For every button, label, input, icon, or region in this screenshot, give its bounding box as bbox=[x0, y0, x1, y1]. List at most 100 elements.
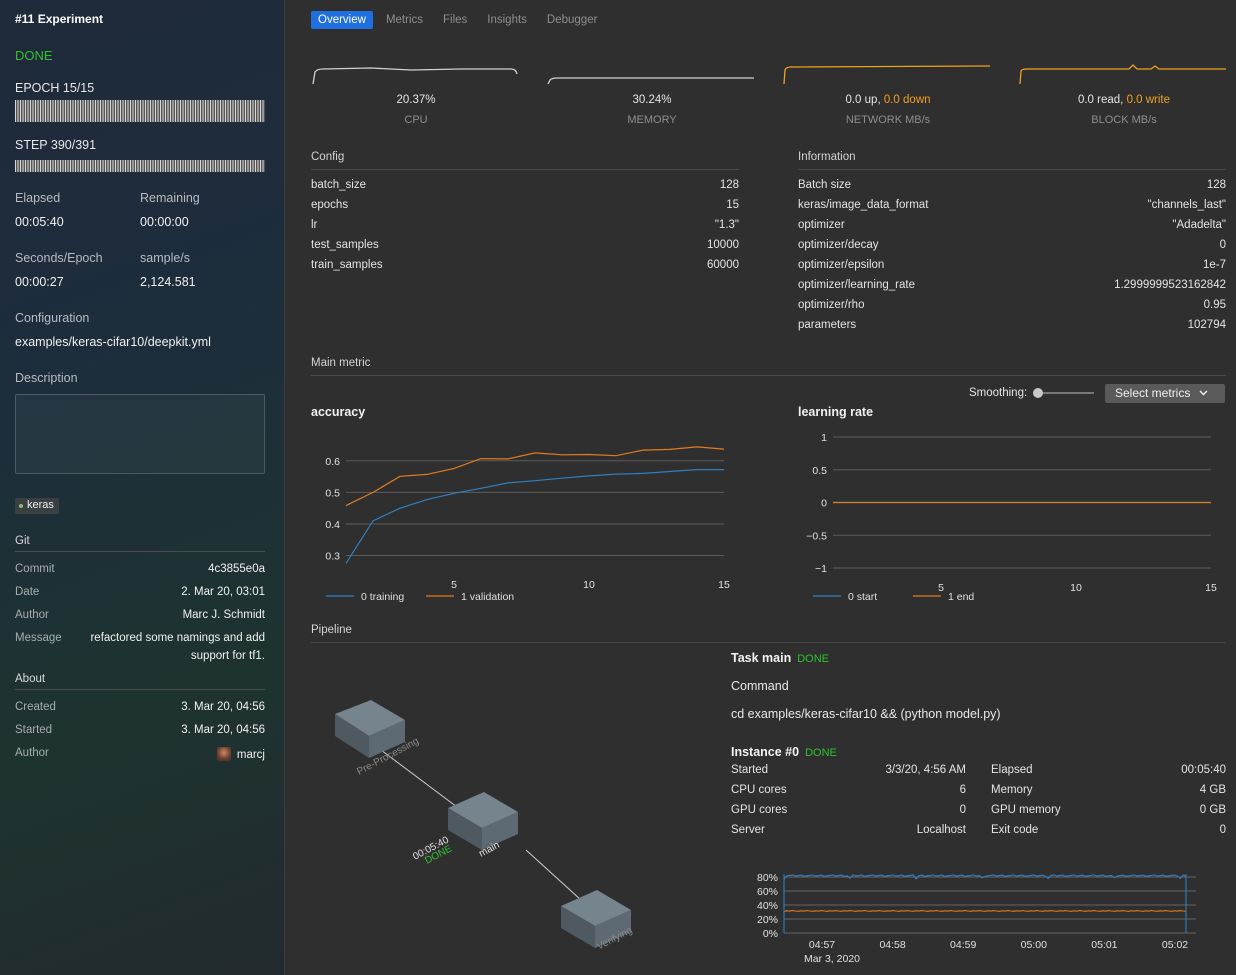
information-key: optimizer/learning_rate bbox=[798, 279, 915, 291]
select-metrics-button[interactable]: Select metrics bbox=[1105, 384, 1225, 403]
x-tick-label: 5 bbox=[451, 579, 457, 591]
legend-label[interactable]: 1 end bbox=[948, 591, 974, 603]
config-row: batch_size 128 bbox=[311, 179, 739, 195]
information-key: optimizer/epsilon bbox=[798, 259, 885, 271]
legend-label[interactable]: 0 start bbox=[848, 591, 877, 603]
information-key: optimizer bbox=[798, 219, 845, 231]
git-author-label: Author bbox=[15, 609, 49, 621]
sidebar: #11 Experiment DONE EPOCH 15/15 STEP 390… bbox=[0, 0, 285, 975]
git-commit-label: Commit bbox=[15, 563, 55, 575]
git-date-value: 2. Mar 20, 03:01 bbox=[181, 586, 265, 598]
experiment-title: #11 Experiment bbox=[15, 12, 104, 26]
tab-metrics[interactable]: Metrics bbox=[379, 11, 430, 29]
y-tick-label: 20% bbox=[757, 914, 778, 926]
git-author-value: Marc J. Schmidt bbox=[182, 609, 265, 621]
legend-label[interactable]: 1 validation bbox=[461, 591, 514, 603]
config-heading: Config bbox=[311, 151, 739, 170]
about-author-value: marcj bbox=[216, 747, 265, 761]
git-date-label: Date bbox=[15, 586, 40, 598]
network-gauge: 0.0 up, 0.0 down NETWORK MB/s bbox=[783, 62, 993, 132]
information-row: optimizer/decay 0 bbox=[798, 239, 1226, 255]
task-name: Task main bbox=[731, 651, 792, 665]
y-tick-label: −1 bbox=[815, 563, 827, 575]
network-sparkline bbox=[783, 65, 991, 85]
config-key: test_samples bbox=[311, 239, 379, 251]
network-value: 0.0 up, 0.0 down bbox=[783, 94, 993, 106]
block-write: 0.0 write bbox=[1126, 94, 1171, 106]
information-row: parameters 102794 bbox=[798, 319, 1226, 335]
cpu-gauge: 20.37% CPU bbox=[311, 62, 521, 132]
smoothing-label: Smoothing: bbox=[969, 387, 1028, 399]
elapsed-label: Elapsed bbox=[15, 191, 61, 205]
x-tick-label: 05:01 bbox=[1091, 939, 1117, 951]
information-heading: Information bbox=[798, 151, 1226, 170]
y-tick-label: 1 bbox=[821, 432, 827, 444]
instance-right-key: Elapsed bbox=[991, 764, 1033, 776]
tab-files[interactable]: Files bbox=[436, 11, 474, 29]
samples-per-second-label: sample/s bbox=[140, 251, 191, 265]
remaining-value: 00:00:00 bbox=[140, 215, 189, 229]
smoothing-slider-handle[interactable] bbox=[1033, 388, 1043, 398]
config-key: epochs bbox=[311, 199, 349, 211]
instance-title: Instance #0 DONE bbox=[731, 745, 837, 759]
instance-right-row: Exit code 0 bbox=[991, 824, 1226, 840]
pipeline-node-preprocessing[interactable]: Pre-Processing bbox=[335, 700, 421, 778]
instance-left-key: Started bbox=[731, 764, 769, 776]
smoothing-slider-track[interactable] bbox=[1034, 392, 1094, 394]
config-row: epochs 15 bbox=[311, 199, 739, 215]
config-key: batch_size bbox=[311, 179, 366, 191]
step-label: STEP 390/391 bbox=[15, 138, 97, 152]
x-tick-label: 05:00 bbox=[1021, 939, 1047, 951]
git-message-line2: support for tf1. bbox=[190, 650, 265, 662]
tab-debugger[interactable]: Debugger bbox=[540, 11, 605, 29]
tab-insights[interactable]: Insights bbox=[480, 11, 534, 29]
information-value: "channels_last" bbox=[1147, 199, 1227, 211]
config-row: test_samples 10000 bbox=[311, 239, 739, 255]
config-value: 60000 bbox=[707, 259, 739, 271]
pipeline-node-main[interactable]: 00:05:40 DONE main bbox=[411, 792, 518, 867]
tab-overview[interactable]: Overview bbox=[311, 11, 373, 29]
instance-right-key: Memory bbox=[991, 784, 1033, 796]
seconds-per-epoch-label: Seconds/Epoch bbox=[15, 251, 103, 265]
description-textarea[interactable] bbox=[15, 394, 265, 474]
information-row: optimizer/learning_rate 1.299999952316284… bbox=[798, 279, 1226, 295]
information-value: 0 bbox=[1219, 239, 1226, 251]
series-line-1 bbox=[345, 446, 725, 507]
instance-right-row: GPU memory 0 GB bbox=[991, 804, 1226, 820]
git-message-line1: refactored some namings and add bbox=[90, 632, 265, 644]
samples-per-second-value: 2,124.581 bbox=[140, 275, 196, 289]
chevron-down-icon bbox=[1199, 390, 1208, 396]
seconds-per-epoch-value: 00:00:27 bbox=[15, 275, 64, 289]
x-date-label: Mar 3, 2020 bbox=[804, 953, 860, 965]
instance-right-key: Exit code bbox=[991, 824, 1039, 836]
main-content: Overview Metrics Files Insights Debugger… bbox=[286, 0, 1236, 975]
main-metric-heading: Main metric bbox=[311, 357, 1226, 376]
information-row: optimizer "Adadelta" bbox=[798, 219, 1226, 235]
learning-rate-chart-title: learning rate bbox=[798, 405, 874, 419]
about-author-name: marcj bbox=[236, 749, 265, 761]
about-created-value: 3. Mar 20, 04:56 bbox=[181, 701, 265, 713]
information-key: parameters bbox=[798, 319, 857, 331]
tag-keras[interactable]: keras bbox=[15, 498, 59, 514]
legend-label[interactable]: 0 training bbox=[361, 591, 404, 603]
select-metrics-label: Select metrics bbox=[1115, 386, 1191, 400]
epoch-label: EPOCH 15/15 bbox=[15, 81, 95, 95]
information-row: keras/image_data_format "channels_last" bbox=[798, 199, 1226, 215]
avatar bbox=[216, 747, 231, 761]
pipeline-heading: Pipeline bbox=[311, 624, 1226, 643]
config-value: 128 bbox=[719, 179, 739, 191]
about-started-value: 3. Mar 20, 04:56 bbox=[181, 724, 265, 736]
x-tick-label: 10 bbox=[1070, 582, 1082, 594]
information-value: 1.2999999523162842 bbox=[1114, 279, 1226, 291]
instance-right-row: Elapsed 00:05:40 bbox=[991, 764, 1226, 780]
information-value: 128 bbox=[1206, 179, 1226, 191]
config-key: lr bbox=[311, 219, 318, 231]
instance-name: Instance #0 bbox=[731, 745, 800, 759]
x-tick-label: 04:59 bbox=[950, 939, 976, 951]
cpu-label: CPU bbox=[404, 114, 428, 126]
information-key: Batch size bbox=[798, 179, 852, 191]
configuration-path[interactable]: examples/keras-cifar10/deepkit.yml bbox=[15, 335, 211, 349]
instance-left-row: Started 3/3/20, 4:56 AM bbox=[731, 764, 966, 780]
pipeline-node-verifying[interactable]: Verifying bbox=[561, 890, 634, 953]
y-tick-label: 0 bbox=[821, 498, 827, 510]
